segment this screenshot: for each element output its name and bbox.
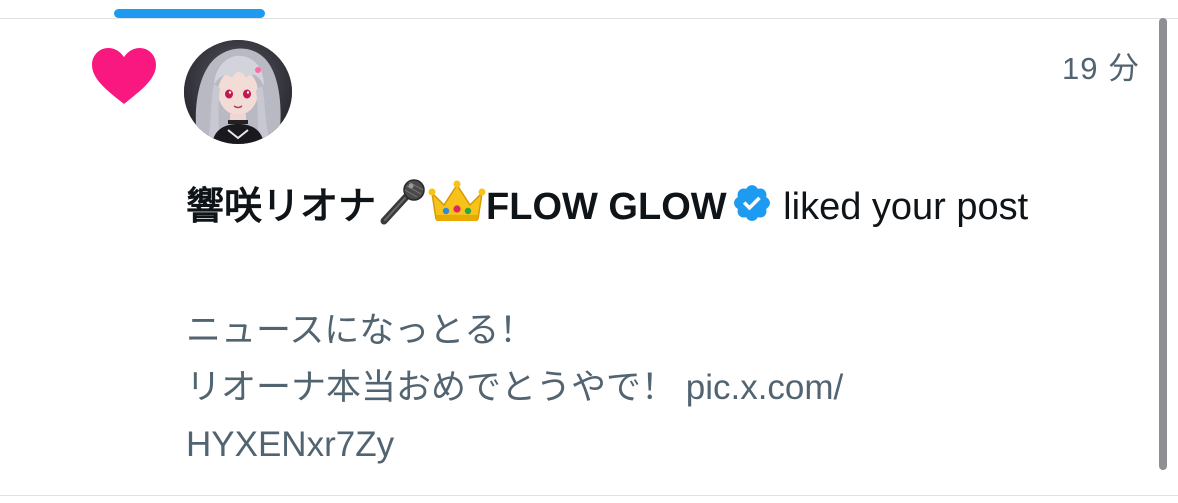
notification-timestamp: 19 分: [1062, 51, 1141, 86]
top-divider: [0, 18, 1178, 19]
user-display-name[interactable]: 響咲リオナ FLOW GLOW: [186, 179, 727, 228]
post-preview[interactable]: ニュースになっとる！ リオーナ本当おめでとうやで！ pic.x.com/ HYX…: [186, 302, 1046, 473]
microphone-emoji-icon: [380, 179, 425, 225]
heart-icon: [92, 48, 156, 104]
notification-screen: 19 分 響咲リオナ FLOW GLOW liked your post ニュー…: [0, 0, 1178, 503]
notification-message: 響咲リオナ FLOW GLOW liked your post: [186, 178, 1086, 236]
verified-badge-icon: [733, 185, 770, 221]
post-preview-line: ニュースになっとる！: [186, 311, 535, 350]
post-preview-line: リオーナ本当おめでとうやで！ pic.x.com/: [186, 368, 844, 407]
notification-action-text: liked your post: [772, 186, 1029, 228]
post-preview-line: HYXENxr7Zy: [186, 425, 395, 464]
user-name-suffix-text: FLOW GLOW: [486, 186, 727, 228]
avatar[interactable]: [184, 40, 292, 144]
scrollbar[interactable]: [1159, 18, 1167, 470]
crown-emoji-icon: [428, 180, 486, 221]
active-tab-indicator: [114, 9, 265, 18]
bottom-divider: [0, 495, 1178, 496]
user-name-text: 響咲リオナ: [186, 186, 377, 228]
